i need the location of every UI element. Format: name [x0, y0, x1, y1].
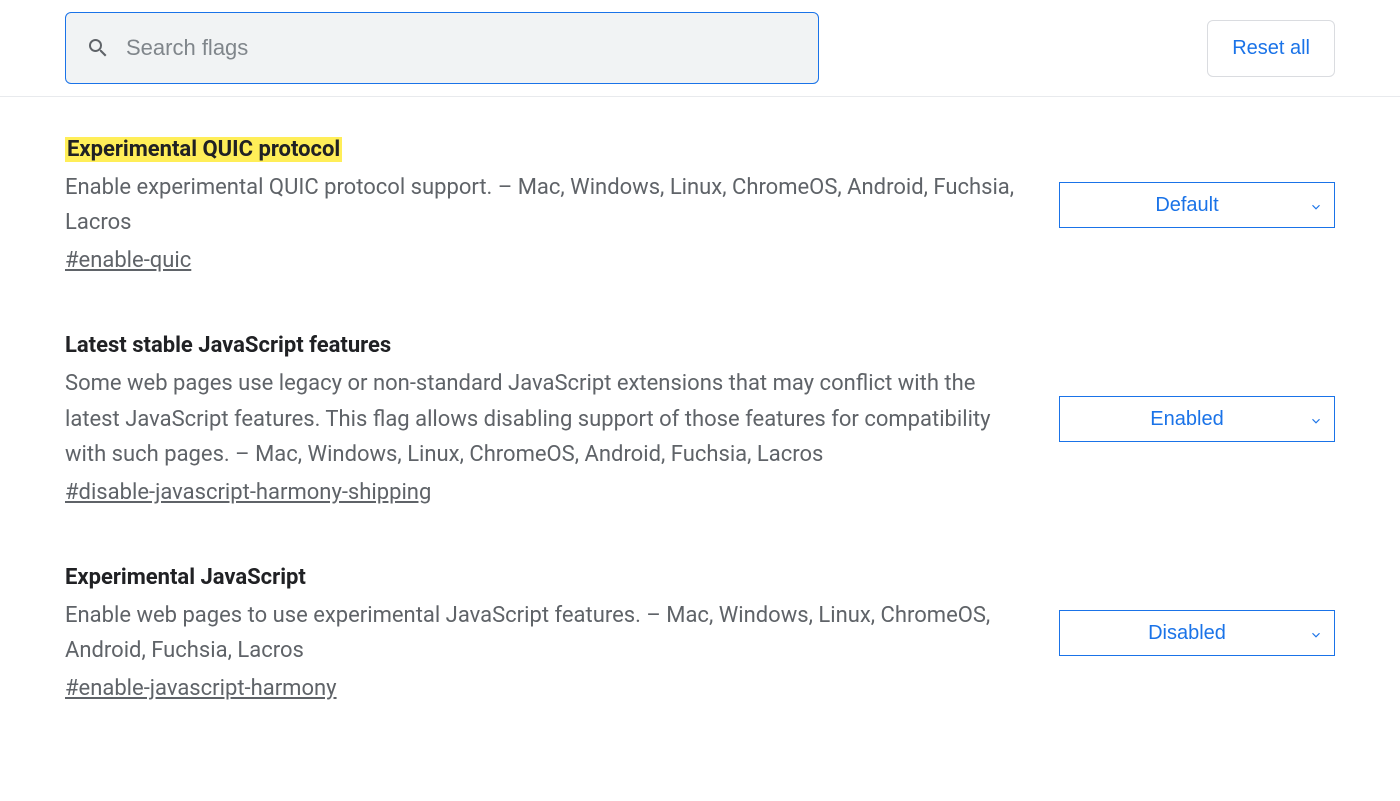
flag-title: Experimental JavaScript — [65, 565, 306, 590]
search-input[interactable] — [126, 35, 798, 61]
flag-title: Latest stable JavaScript features — [65, 333, 391, 358]
select-container: Enabled — [1059, 396, 1335, 442]
flag-state-select[interactable]: Default — [1059, 182, 1335, 228]
flag-select-wrap: Default — [1059, 182, 1335, 228]
select-container: Disabled — [1059, 610, 1335, 656]
search-box[interactable] — [65, 12, 819, 84]
flag-row: Latest stable JavaScript features Some w… — [65, 333, 1335, 505]
flag-text: Experimental JavaScript Enable web pages… — [65, 565, 1029, 701]
flag-select-wrap: Disabled — [1059, 610, 1335, 656]
flag-description: Some web pages use legacy or non-standar… — [65, 366, 1029, 472]
flag-description: Enable web pages to use experimental Jav… — [65, 598, 1029, 668]
flag-row: Experimental QUIC protocol Enable experi… — [65, 137, 1335, 273]
header: Reset all — [0, 0, 1400, 97]
reset-all-button[interactable]: Reset all — [1207, 20, 1335, 77]
flag-text: Experimental QUIC protocol Enable experi… — [65, 137, 1029, 273]
flag-state-select[interactable]: Enabled — [1059, 396, 1335, 442]
flag-text: Latest stable JavaScript features Some w… — [65, 333, 1029, 505]
flags-content: Experimental QUIC protocol Enable experi… — [0, 97, 1400, 801]
select-container: Default — [1059, 182, 1335, 228]
flag-select-wrap: Enabled — [1059, 396, 1335, 442]
flag-state-select[interactable]: Disabled — [1059, 610, 1335, 656]
flag-description: Enable experimental QUIC protocol suppor… — [65, 170, 1029, 240]
flag-anchor-link[interactable]: #enable-quic — [65, 248, 191, 273]
flag-row: Experimental JavaScript Enable web pages… — [65, 565, 1335, 701]
flag-title: Experimental QUIC protocol — [65, 137, 342, 162]
search-icon — [86, 36, 110, 60]
flag-anchor-link[interactable]: #disable-javascript-harmony-shipping — [65, 480, 431, 505]
flag-anchor-link[interactable]: #enable-javascript-harmony — [65, 676, 337, 701]
